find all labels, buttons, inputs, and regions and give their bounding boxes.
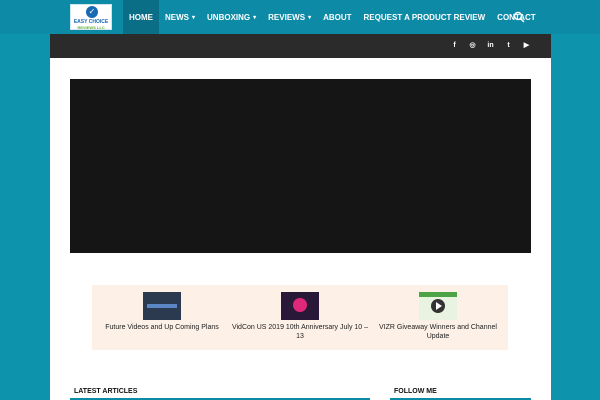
playlist-item-title: VidCon US 2019 10th Anniversary July 10 … <box>231 324 369 340</box>
twitter-icon[interactable]: t <box>504 40 513 52</box>
playlist-item[interactable]: Future Videos and Up Coming Plans <box>92 292 232 332</box>
playlist-item-title: VIZR Giveaway Winners and Channel Update <box>379 324 497 340</box>
nav-item-reviews[interactable]: Reviews ▾ <box>262 0 317 34</box>
nav-item-home[interactable]: Home <box>123 0 159 34</box>
nav-item-unboxing[interactable]: Unboxing ▾ <box>201 0 262 34</box>
search-icon[interactable] <box>513 11 525 23</box>
play-icon <box>431 299 445 313</box>
checkmark-icon: ✓ <box>86 6 98 18</box>
chevron-down-icon: ▾ <box>308 14 312 21</box>
nav-label: Request a Product Review <box>363 12 486 22</box>
video-thumbnail <box>419 292 457 320</box>
site-logo[interactable]: ✓ EASY CHOICE REVIEWS LLC <box>70 4 112 30</box>
nav-item-request-review[interactable]: Request a Product Review <box>358 0 492 34</box>
chevron-down-icon: ▾ <box>253 14 257 21</box>
video-thumbnail <box>281 292 319 320</box>
logo-subtext: REVIEWS LLC <box>77 25 105 30</box>
youtube-icon[interactable]: ▶ <box>522 40 531 52</box>
nav-item-about[interactable]: About <box>317 0 357 34</box>
playlist-item[interactable]: VidCon US 2019 10th Anniversary July 10 … <box>230 292 370 341</box>
nav-label: News <box>165 12 189 22</box>
nav-label: Reviews <box>268 12 306 22</box>
nav-label: Home <box>129 12 153 22</box>
playlist-item[interactable]: VIZR Giveaway Winners and Channel Update <box>368 292 508 341</box>
video-player[interactable] <box>70 79 531 253</box>
chevron-down-icon: ▾ <box>192 14 196 21</box>
instagram-icon[interactable]: ◎ <box>468 40 477 52</box>
video-thumbnail <box>143 292 181 320</box>
follow-me-header: FOLLOW ME <box>390 380 531 400</box>
social-links: f ◎ in t ▶ <box>450 40 531 52</box>
top-navigation: ✓ EASY CHOICE REVIEWS LLC Home News ▾ Unb… <box>0 0 600 34</box>
nav-item-news[interactable]: News ▾ <box>159 0 201 34</box>
social-bar: f ◎ in t ▶ <box>50 34 551 58</box>
main-menu: Home News ▾ Unboxing ▾ Reviews ▾ About Requ… <box>123 0 542 34</box>
section-title: FOLLOW ME <box>394 388 437 395</box>
nav-label: Unboxing <box>207 12 251 22</box>
nav-label: About <box>323 12 352 22</box>
linkedin-icon[interactable]: in <box>486 40 495 52</box>
section-title: LATEST ARTICLES <box>74 388 138 395</box>
video-playlist: Future Videos and Up Coming Plans VidCon… <box>92 285 508 350</box>
playlist-item-title: Future Videos and Up Coming Plans <box>105 324 219 331</box>
facebook-icon[interactable]: f <box>450 40 459 52</box>
main-content: Future Videos and Up Coming Plans VidCon… <box>50 58 551 400</box>
latest-articles-header: LATEST ARTICLES <box>70 380 370 400</box>
